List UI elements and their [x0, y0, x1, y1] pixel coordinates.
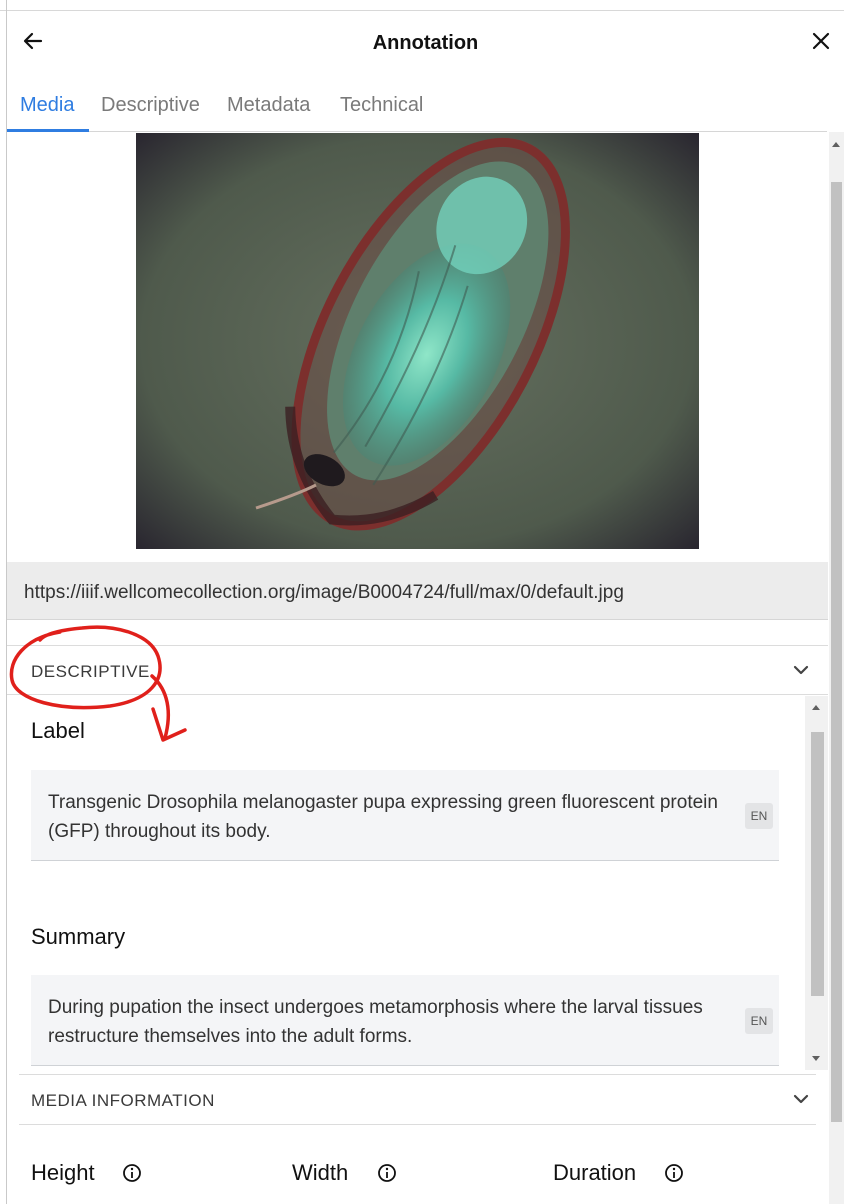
tab-bar: Media Descriptive Metadata Technical: [7, 80, 827, 132]
label-heading: Label: [31, 718, 85, 743]
panel-title: Annotation: [372, 32, 479, 54]
tab-technical[interactable]: Technical: [340, 94, 423, 117]
media-preview-image: [136, 133, 699, 549]
scroll-up-arrow-icon[interactable]: [832, 142, 840, 147]
descriptive-scrollbar[interactable]: [805, 696, 828, 1070]
active-tab-indicator: [7, 129, 89, 132]
duration-label: Duration: [553, 1160, 637, 1185]
width-label: Width: [292, 1160, 349, 1185]
descriptive-section-header[interactable]: DESCRIPTIVE: [7, 645, 828, 695]
tab-descriptive[interactable]: Descriptive: [101, 94, 200, 117]
descriptive-section-label: DESCRIPTIVE: [31, 662, 150, 681]
language-badge: EN: [745, 803, 773, 829]
close-icon[interactable]: [809, 29, 833, 53]
scroll-up-arrow-icon[interactable]: [812, 705, 820, 710]
descriptive-scrollbar-thumb[interactable]: [811, 732, 824, 996]
label-value-box: Transgenic Drosophila melanogaster pupa …: [31, 770, 779, 861]
label-value: Transgenic Drosophila melanogaster pupa …: [48, 792, 718, 842]
chevron-down-icon[interactable]: [792, 661, 810, 679]
tab-metadata[interactable]: Metadata: [227, 94, 310, 117]
scroll-down-arrow-icon[interactable]: [812, 1056, 820, 1061]
chevron-down-icon[interactable]: [792, 1090, 810, 1108]
height-label: Height: [31, 1160, 95, 1185]
main-scrollbar[interactable]: [829, 132, 844, 1204]
media-information-section-header[interactable]: MEDIA INFORMATION: [19, 1074, 816, 1125]
media-url-bar: https://iiif.wellcomecollection.org/imag…: [7, 562, 828, 620]
tab-media[interactable]: Media: [20, 94, 74, 117]
summary-heading: Summary: [31, 924, 126, 949]
info-icon[interactable]: [377, 1163, 397, 1183]
info-icon[interactable]: [122, 1163, 142, 1183]
info-icon[interactable]: [664, 1163, 684, 1183]
media-information-section-label: MEDIA INFORMATION: [31, 1091, 215, 1110]
language-badge: EN: [745, 1008, 773, 1034]
main-scrollbar-thumb[interactable]: [831, 182, 842, 1122]
summary-value: During pupation the insect undergoes met…: [48, 997, 703, 1047]
media-url[interactable]: https://iiif.wellcomecollection.org/imag…: [24, 582, 624, 604]
panel-header: Annotation: [7, 11, 844, 77]
summary-value-box: During pupation the insect undergoes met…: [31, 975, 779, 1066]
descriptive-panel: Label Transgenic Drosophila melanogaster…: [7, 696, 828, 1072]
